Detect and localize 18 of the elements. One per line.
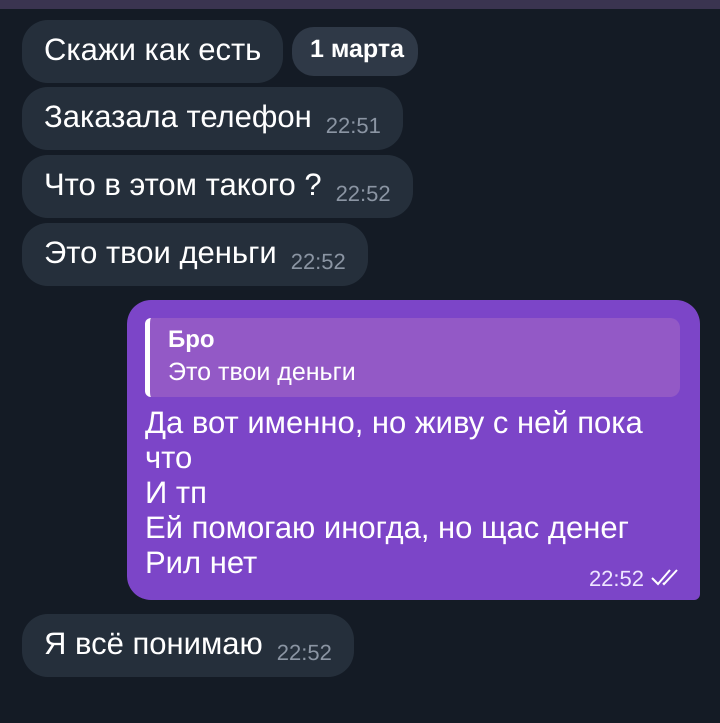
message-time: 22:52	[276, 640, 332, 666]
message-text: Ей помогаю иногда, но щас денег	[145, 510, 629, 545]
message-time: 22:52	[336, 181, 391, 207]
message-text: Я всё понимаю	[44, 626, 263, 662]
message-text: И тп	[145, 475, 207, 510]
message-text: Это твои деньги	[44, 235, 277, 271]
date-badge: 1 марта	[292, 27, 418, 76]
message-text: Скажи как есть	[44, 32, 262, 68]
reply-author: Бро	[168, 326, 216, 354]
reply-quote[interactable]: Бро Это твои деньги	[145, 318, 680, 397]
message-text: Рил нет	[145, 545, 258, 580]
message-text: Что в этом такого ?	[44, 167, 322, 203]
message-time: 22:52	[290, 249, 346, 275]
message-text: Заказала телефон	[44, 99, 312, 135]
message-time: 22:52	[588, 566, 644, 592]
message-time: 22:51	[326, 113, 381, 139]
reply-text: Это твои деньги	[168, 358, 357, 387]
message-text: Да вот именно, но живу с ней пока что	[145, 405, 644, 475]
